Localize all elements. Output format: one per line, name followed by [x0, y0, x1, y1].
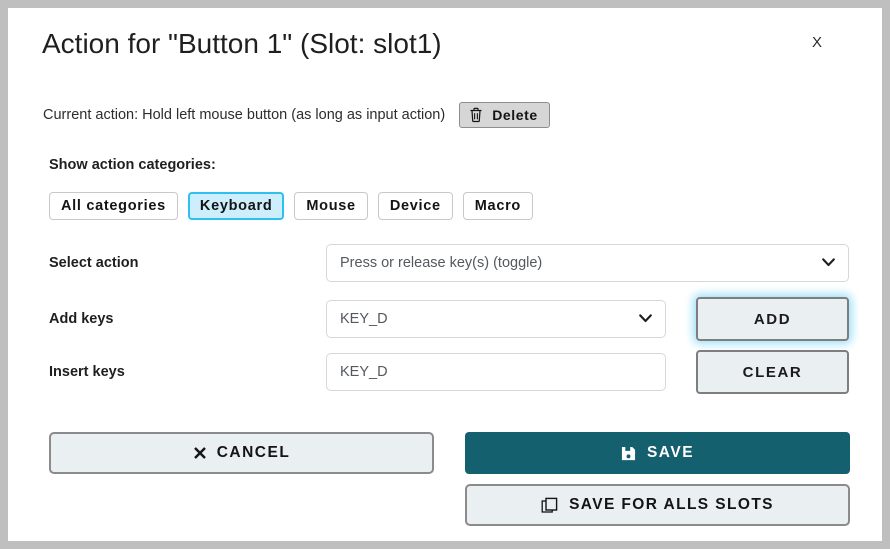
close-icon[interactable]: X	[806, 32, 828, 54]
select-action-dropdown[interactable]: Press or release key(s) (toggle)	[326, 244, 849, 282]
category-button-all-categories[interactable]: All categories	[49, 192, 178, 220]
save-for-all-slots-button[interactable]: SAVE FOR ALLS SLOTS	[465, 484, 850, 526]
add-keys-dropdown[interactable]: KEY_D	[326, 300, 666, 338]
close-x-icon	[193, 446, 207, 460]
insert-keys-row: Insert keys CLEAR	[49, 350, 849, 394]
current-action-text: Current action: Hold left mouse button (…	[43, 107, 446, 123]
save-button[interactable]: SAVE	[465, 432, 850, 474]
floppy-disk-icon	[621, 446, 636, 461]
action-config-dialog: X Action for "Button 1" (Slot: slot1) Cu…	[8, 8, 882, 541]
clear-button[interactable]: CLEAR	[696, 350, 849, 394]
current-action-row: Current action: Hold left mouse button (…	[43, 102, 550, 128]
add-keys-value: KEY_D	[340, 311, 388, 327]
category-button-device[interactable]: Device	[377, 192, 453, 220]
select-action-row: Select action Press or release key(s) (t…	[49, 244, 849, 282]
select-action-value: Press or release key(s) (toggle)	[340, 255, 543, 271]
trash-icon	[469, 107, 483, 123]
categories-label: Show action categories:	[49, 157, 216, 173]
category-button-mouse[interactable]: Mouse	[294, 192, 368, 220]
chevron-down-icon	[822, 257, 835, 269]
delete-button-label: Delete	[492, 107, 538, 123]
cancel-button[interactable]: CANCEL	[49, 432, 434, 474]
select-action-label: Select action	[49, 255, 139, 271]
category-button-macro[interactable]: Macro	[462, 192, 533, 220]
delete-button[interactable]: Delete	[459, 102, 550, 128]
category-button-keyboard[interactable]: Keyboard	[187, 192, 285, 220]
add-keys-row: Add keys KEY_D ADD	[49, 297, 849, 341]
save-button-label: SAVE	[646, 444, 695, 461]
add-keys-label: Add keys	[49, 311, 114, 327]
chevron-down-icon	[639, 313, 652, 325]
add-button[interactable]: ADD	[696, 297, 849, 341]
copy-icon	[541, 497, 558, 514]
save-for-all-slots-label: SAVE FOR ALLS SLOTS	[569, 496, 774, 513]
category-filter-group: All categories Keyboard Mouse Device Mac…	[49, 192, 533, 220]
insert-keys-input[interactable]	[326, 353, 666, 391]
page-title: Action for "Button 1" (Slot: slot1)	[42, 28, 442, 59]
cancel-button-label: CANCEL	[216, 444, 291, 461]
insert-keys-label: Insert keys	[49, 364, 125, 380]
